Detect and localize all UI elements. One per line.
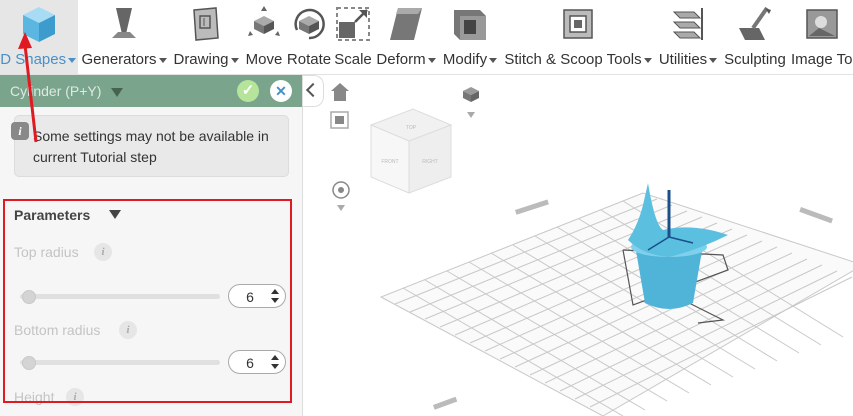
tool-utilities[interactable]: Utilities xyxy=(655,0,721,74)
tool-label: 3D Shapes xyxy=(0,51,67,68)
cube-face-front: FRONT xyxy=(381,159,398,165)
tool-generators[interactable]: Generators xyxy=(80,0,168,74)
tool-move[interactable]: Move xyxy=(243,0,285,74)
tool-label: Rotate xyxy=(286,51,332,68)
tool-deform[interactable]: Deform xyxy=(373,0,439,74)
info-icon: i xyxy=(11,122,29,140)
stitch-scoop-icon xyxy=(563,9,593,39)
confirm-button[interactable]: ✓ xyxy=(237,80,259,102)
cube-face-top: TOP xyxy=(406,125,417,131)
move-icon xyxy=(248,6,280,36)
tool-label: Drawing xyxy=(173,51,229,68)
generator-icon xyxy=(112,8,136,38)
view-cube[interactable]: TOP FRONT RIGHT xyxy=(369,108,453,194)
tool-label: Image To xyxy=(791,51,853,68)
cube-icon xyxy=(23,7,55,42)
ground-grid xyxy=(379,192,853,416)
deform-icon xyxy=(390,8,422,40)
axis-gizmo-icon[interactable] xyxy=(463,87,479,118)
cube-face-right: RIGHT xyxy=(422,159,438,165)
perspective-icon[interactable] xyxy=(332,181,350,211)
tool-rotate[interactable]: Rotate xyxy=(285,0,333,74)
main-toolbar: 3D Shapes Generators Drawing Move xyxy=(0,0,853,75)
sculpting-icon xyxy=(739,6,771,40)
tool-modify[interactable]: Modify xyxy=(440,0,500,74)
tool-image-to[interactable]: Image To xyxy=(789,0,853,74)
tool-label: Deform xyxy=(376,51,426,68)
tool-label: Stitch & Scoop Tools xyxy=(504,51,642,68)
tool-label: Generators xyxy=(81,51,157,68)
tool-label: Move xyxy=(245,51,283,68)
tutorial-notice: i Some settings may not be available in … xyxy=(11,115,289,177)
parameters-highlight-box xyxy=(3,199,292,403)
drawing-icon xyxy=(193,7,219,41)
3d-viewport[interactable]: TOP FRONT RIGHT xyxy=(303,75,853,416)
utilities-icon xyxy=(672,8,703,40)
tool-3d-shapes[interactable]: 3D Shapes xyxy=(0,0,78,74)
tool-stitch-scoop[interactable]: Stitch & Scoop Tools xyxy=(501,0,655,74)
modify-icon xyxy=(454,10,486,40)
check-icon: ✓ xyxy=(241,82,255,99)
tool-label: Scale xyxy=(334,51,372,68)
image-to-icon xyxy=(806,9,838,39)
tool-label: Modify xyxy=(442,51,488,68)
tool-sculpting[interactable]: Sculpting xyxy=(721,0,789,74)
tool-settings-panel: Cylinder (P+Y) ✓ ✕ i Some settings may n… xyxy=(0,75,303,416)
rotate-icon xyxy=(294,8,325,40)
panel-title[interactable]: Cylinder (P+Y) xyxy=(10,83,124,99)
close-icon: ✕ xyxy=(275,83,287,99)
close-button[interactable]: ✕ xyxy=(270,80,292,102)
panel-header: Cylinder (P+Y) ✓ ✕ xyxy=(0,75,302,107)
tool-label: Sculpting xyxy=(724,51,786,68)
notice-text: Some settings may not be available in cu… xyxy=(33,128,269,165)
home-view-icon[interactable] xyxy=(331,83,349,101)
tool-scale[interactable]: Scale xyxy=(333,0,373,74)
dropdown-triangle-icon xyxy=(111,87,124,97)
scale-icon xyxy=(336,7,370,41)
tool-drawing[interactable]: Drawing xyxy=(170,0,242,74)
tool-label: Utilities xyxy=(658,51,708,68)
fit-view-icon[interactable] xyxy=(330,111,349,129)
